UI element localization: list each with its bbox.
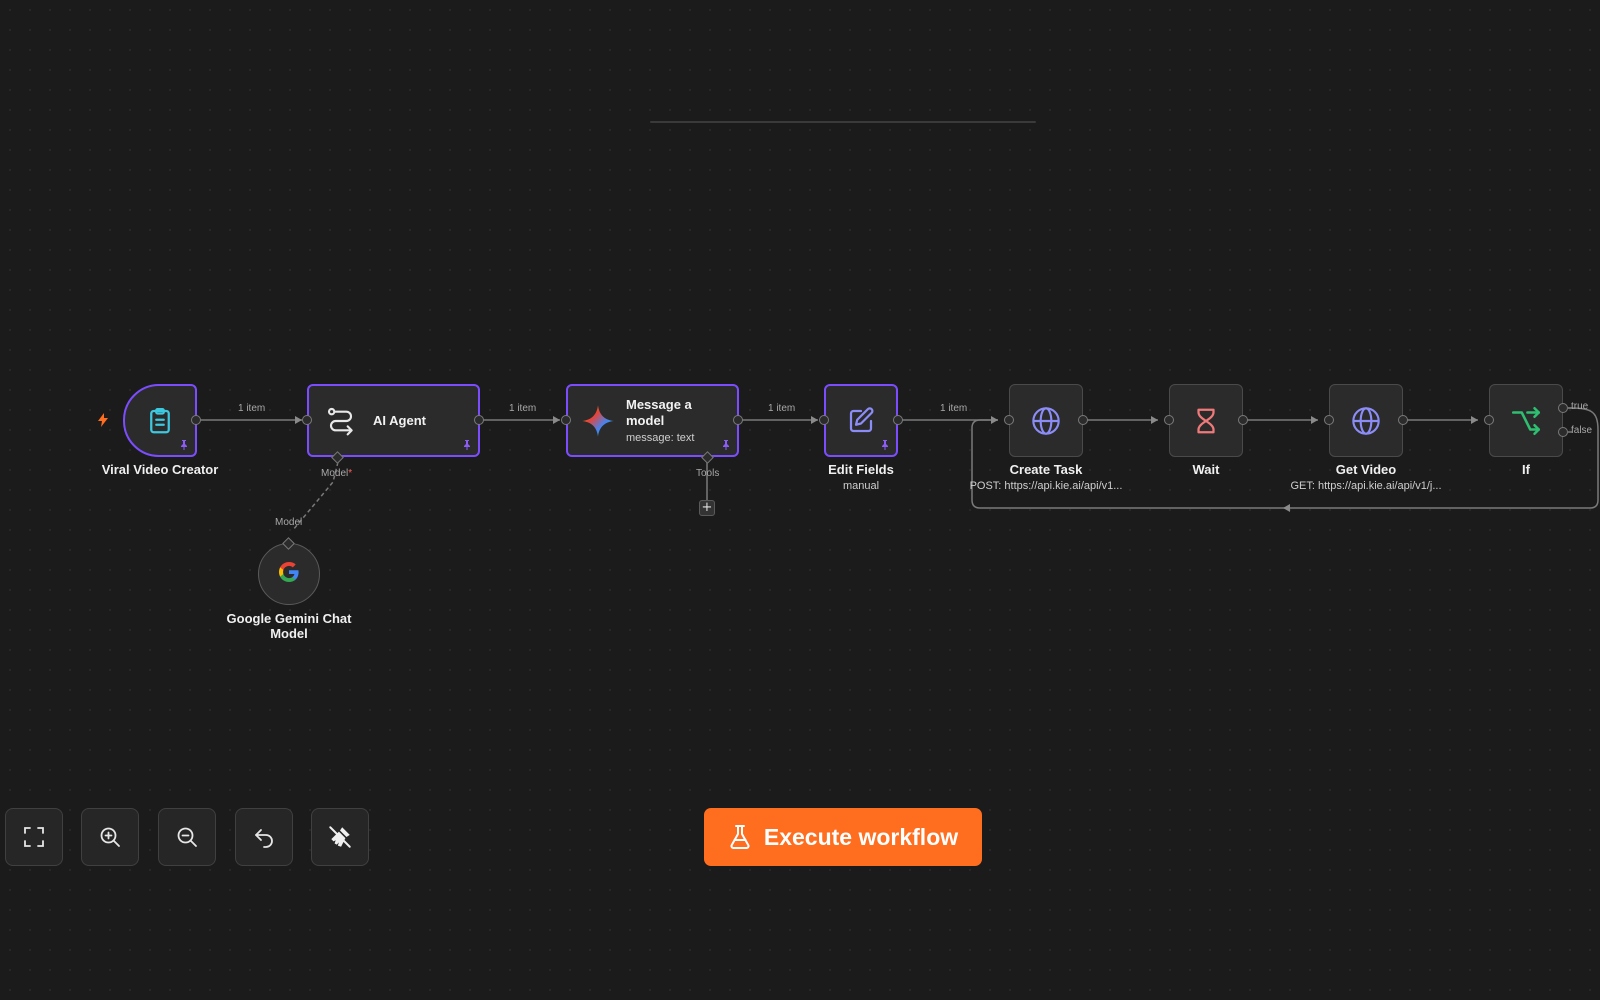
tools-port-label: Tools	[696, 468, 720, 479]
node-sublabel: manual	[842, 480, 880, 492]
input-handle[interactable]	[561, 415, 571, 425]
add-tool-button[interactable]: +	[699, 500, 715, 516]
true-branch-label: true	[1571, 401, 1589, 412]
pin-icon	[181, 440, 187, 450]
node-sublabel: POST: https://api.kie.ai/api/v1...	[969, 480, 1123, 492]
zoom-out-icon	[177, 827, 197, 847]
node-google-gemini-chat-model[interactable]	[258, 543, 320, 605]
node-message-a-model[interactable]: Message a model message: text	[566, 384, 739, 457]
true-output-handle[interactable]	[1558, 403, 1568, 413]
node-label: Google Gemini Chat Model	[226, 611, 352, 641]
undo-button[interactable]	[235, 808, 293, 866]
execute-workflow-label: Execute workflow	[763, 823, 959, 850]
hourglass-icon	[1188, 403, 1224, 439]
arrowhead	[811, 416, 818, 424]
clipboard-icon	[142, 403, 178, 439]
execute-workflow-button[interactable]: Execute workflow	[704, 808, 982, 866]
output-handle[interactable]	[1078, 415, 1088, 425]
node-viral-video-creator[interactable]	[123, 384, 197, 457]
output-handle[interactable]	[1398, 415, 1408, 425]
branch-icon	[1508, 403, 1544, 439]
input-handle[interactable]	[1164, 415, 1174, 425]
edge-label: 1 item	[509, 403, 537, 414]
fit-view-button[interactable]	[5, 808, 63, 866]
node-label: Viral Video Creator	[101, 462, 219, 477]
output-handle[interactable]	[893, 415, 903, 425]
input-handle[interactable]	[1004, 415, 1014, 425]
gemini-port-label: Model	[275, 517, 303, 528]
input-handle[interactable]	[1324, 415, 1334, 425]
globe-icon	[1028, 403, 1064, 439]
node-ai-agent[interactable]: AI Agent	[307, 384, 480, 457]
node-title: Message a model	[626, 397, 692, 428]
node-if[interactable]	[1489, 384, 1563, 457]
pin-icon	[464, 440, 470, 450]
zoom-in-button[interactable]	[81, 808, 139, 866]
google-g-icon	[277, 560, 301, 589]
output-handle[interactable]	[1238, 415, 1248, 425]
clear-execution-button[interactable]	[311, 808, 369, 866]
false-output-handle[interactable]	[1558, 427, 1568, 437]
node-label: Wait	[1192, 462, 1220, 477]
clear-execution-icon	[329, 826, 351, 848]
node-create-task[interactable]	[1009, 384, 1083, 457]
undo-icon	[255, 829, 273, 848]
node-get-video[interactable]	[1329, 384, 1403, 457]
zoom-out-button[interactable]	[158, 808, 216, 866]
false-branch-label: false	[1571, 425, 1593, 436]
fit-view-icon	[24, 827, 44, 847]
arrowhead	[1471, 416, 1478, 424]
output-handle[interactable]	[191, 415, 201, 425]
zoom-in-icon	[100, 827, 120, 847]
node-sublabel: GET: https://api.kie.ai/api/v1/j...	[1290, 480, 1442, 492]
node-subtitle: message: text	[626, 432, 695, 444]
edge-label: 1 item	[768, 403, 796, 414]
output-handle[interactable]	[733, 415, 743, 425]
node-wait[interactable]	[1169, 384, 1243, 457]
edge-label: 1 item	[238, 403, 266, 414]
node-label: Create Task	[1009, 462, 1083, 477]
node-title: AI Agent	[373, 413, 426, 428]
node-label: Edit Fields	[828, 462, 894, 477]
route-icon	[323, 403, 359, 439]
arrowhead	[1311, 416, 1318, 424]
arrowhead	[1151, 416, 1158, 424]
node-label: If	[1522, 462, 1530, 477]
pencil-square-icon	[843, 403, 879, 439]
flask-icon	[730, 825, 750, 849]
trigger-bolt-icon	[98, 413, 108, 427]
node-edit-fields[interactable]	[824, 384, 898, 457]
output-handle[interactable]	[474, 415, 484, 425]
input-handle[interactable]	[1484, 415, 1494, 425]
gemini-sparkle-icon	[580, 403, 616, 439]
input-handle[interactable]	[819, 415, 829, 425]
globe-icon	[1348, 403, 1384, 439]
arrowhead	[553, 416, 560, 424]
arrowhead	[295, 416, 302, 424]
model-port-label: Model*	[321, 468, 353, 479]
loop-arrowhead	[1283, 504, 1290, 512]
node-label: Get Video	[1335, 462, 1397, 477]
input-handle[interactable]	[302, 415, 312, 425]
edge-label: 1 item	[940, 403, 968, 414]
arrowhead	[991, 416, 998, 424]
pin-icon	[723, 440, 729, 450]
pin-icon	[882, 440, 888, 450]
